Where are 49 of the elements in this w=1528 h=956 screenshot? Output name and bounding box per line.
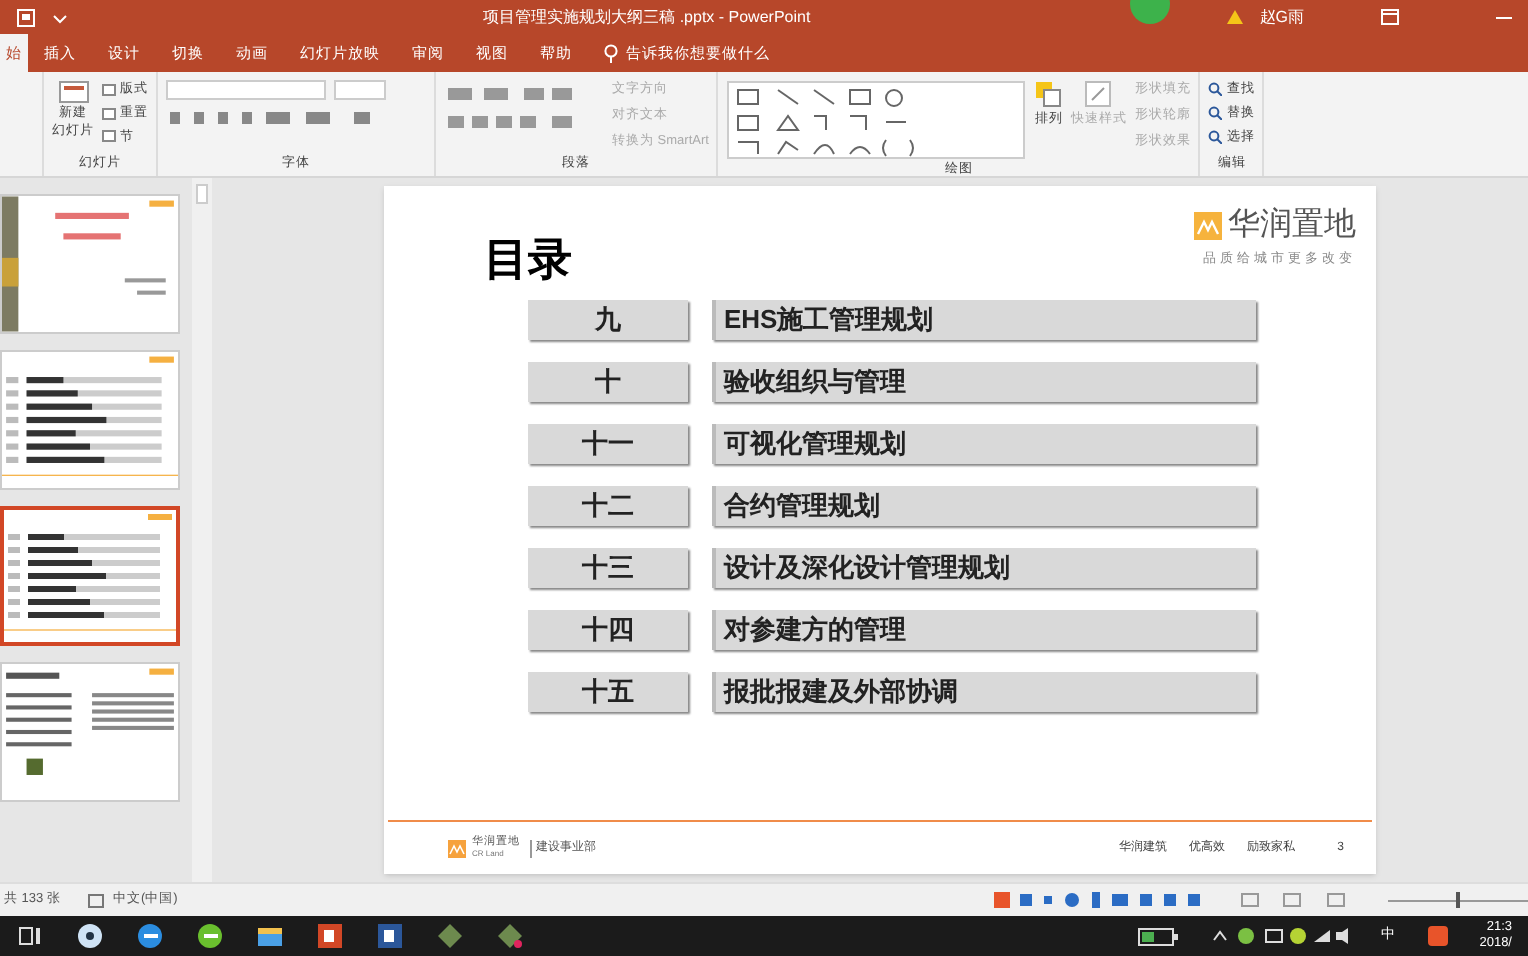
number-label: 十三 <box>528 548 688 588</box>
scrollbar[interactable] <box>192 178 212 882</box>
battery-icon[interactable] <box>1137 927 1178 945</box>
browser-icon[interactable] <box>196 922 224 950</box>
save-icon[interactable] <box>16 7 36 27</box>
number-label: 十五 <box>528 672 688 712</box>
system-tray-drawing[interactable] <box>1209 926 1350 946</box>
task-view-icon[interactable] <box>16 922 44 950</box>
diamond-app-icon[interactable] <box>436 922 464 950</box>
ribbon-display-icon[interactable] <box>1380 8 1401 26</box>
arrange-icon <box>1034 80 1063 108</box>
input-method-icon[interactable] <box>1427 926 1448 946</box>
number-label: 十 <box>528 362 688 402</box>
lightbulb-icon <box>604 43 618 63</box>
diamond-app-icon[interactable] <box>496 922 524 950</box>
search-icon <box>1208 82 1223 97</box>
logo-icon <box>1194 212 1222 240</box>
number-label: 十一 <box>528 424 688 464</box>
topic-label: 合约管理规划 <box>712 486 1256 526</box>
zoom-slider[interactable] <box>1388 890 1528 910</box>
presentation-app-icon[interactable] <box>316 922 344 950</box>
number-label: 十四 <box>528 610 688 650</box>
warning-icon <box>1225 8 1244 26</box>
logo-name: 华润置地 <box>1228 205 1356 246</box>
font-size-field[interactable] <box>334 80 386 100</box>
caret-icon[interactable] <box>52 9 68 25</box>
quick-styles-icon <box>1084 80 1113 108</box>
document-app-icon[interactable] <box>376 922 404 950</box>
recording-badge-icon <box>1129 0 1170 28</box>
topic-label: 设计及深化设计管理规划 <box>712 548 1256 588</box>
search-icon <box>1208 106 1223 121</box>
slide-title: 目录 <box>484 232 572 288</box>
topic-label: 报批报建及外部协调 <box>712 672 1256 712</box>
number-label: 十二 <box>528 486 688 526</box>
search-icon <box>1208 129 1223 144</box>
topic-label: EHS施工管理规划 <box>712 300 1256 340</box>
topic-label: 可视化管理规划 <box>712 424 1256 464</box>
topic-label: 对参建方的管理 <box>712 610 1256 650</box>
user-name[interactable]: 赵G雨 <box>1259 5 1305 29</box>
topic-label: 验收组织与管理 <box>712 362 1256 402</box>
shapes-gallery-drawing[interactable] <box>726 80 1027 160</box>
slide-icon <box>57 80 89 104</box>
window-title: 项目管理实施规划大纲三稿 .pptx - PowerPoint <box>483 5 811 29</box>
browser-icon[interactable] <box>136 922 164 950</box>
folder-icon[interactable] <box>256 922 284 950</box>
logo-icon <box>448 839 466 857</box>
spelling-icon[interactable] <box>88 893 105 907</box>
number-label: 九 <box>528 300 688 340</box>
font-name-field[interactable] <box>166 80 326 100</box>
